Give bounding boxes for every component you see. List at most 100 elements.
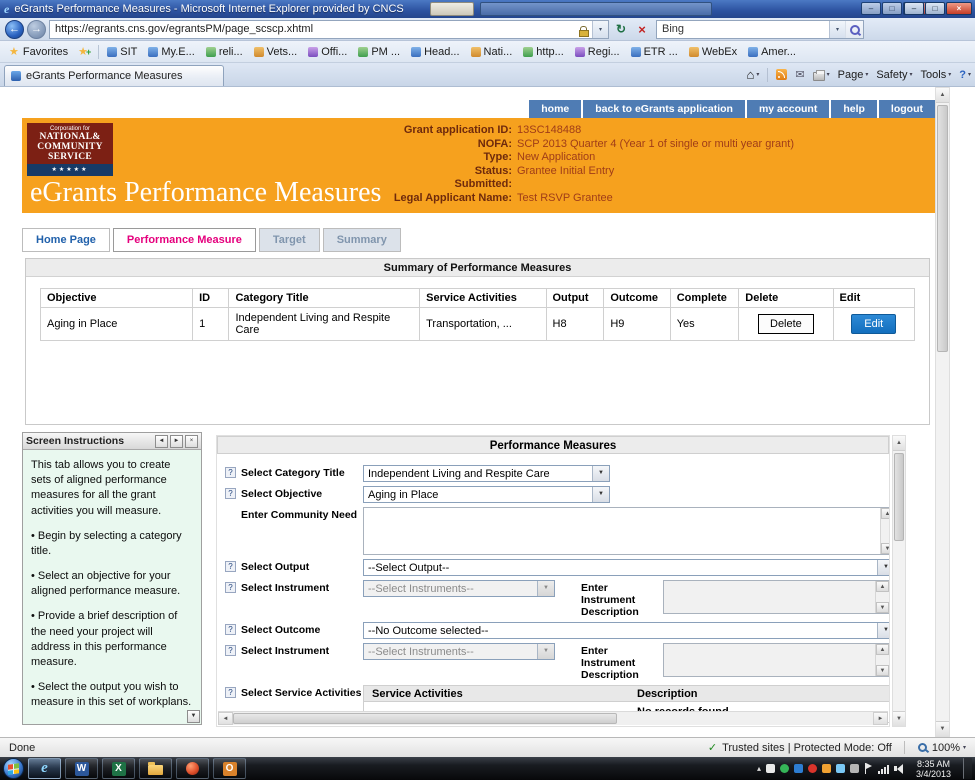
taskbar-explorer-button[interactable] [139, 758, 172, 779]
favorite-link[interactable]: reli... [203, 44, 246, 60]
background-window[interactable] [480, 2, 712, 16]
browser-tab[interactable]: eGrants Performance Measures [4, 65, 224, 86]
forward-button[interactable]: → [27, 20, 46, 39]
form-horizontal-scrollbar[interactable]: ◄ ► [218, 711, 888, 725]
nav-help[interactable]: help [831, 100, 877, 118]
scroll-up-button[interactable]: ▲ [893, 436, 905, 451]
maximize-button[interactable]: □ [882, 2, 902, 15]
page-menu[interactable]: Page▾ [838, 69, 869, 81]
url-input[interactable]: https://egrants.cns.gov/egrantsPM/page_s… [49, 20, 609, 39]
favorite-link[interactable]: http... [520, 44, 567, 60]
edit-button[interactable]: Edit [851, 314, 896, 334]
textarea-scrollbar[interactable]: ▲ ▼ [875, 644, 889, 676]
favorite-link[interactable]: WebEx [686, 44, 740, 60]
scrollbar-thumb[interactable] [894, 453, 904, 541]
refresh-button[interactable]: ↻ [612, 20, 630, 39]
taskbar-media-button[interactable] [176, 758, 209, 779]
nav-my-account[interactable]: my account [747, 100, 829, 118]
tray-icon[interactable] [808, 764, 817, 773]
tray-icon[interactable] [766, 764, 775, 773]
minimize-button[interactable]: – [861, 2, 881, 15]
search-dropdown-button[interactable]: ▾ [829, 21, 845, 38]
community-need-textarea[interactable]: ▲ ▼ [363, 507, 890, 555]
taskbar-word-button[interactable]: W [65, 758, 98, 779]
tab-performance-measure[interactable]: Performance Measure [113, 228, 256, 252]
favorite-link[interactable]: Offi... [305, 44, 350, 60]
scrollbar-track[interactable] [936, 103, 949, 721]
clock[interactable]: 8:35 AM 3/4/2013 [910, 759, 957, 779]
scroll-up-button[interactable]: ▲ [936, 88, 949, 103]
instructions-prev-button[interactable]: ◄ [155, 435, 168, 448]
url-dropdown-button[interactable]: ▾ [592, 21, 608, 38]
back-button[interactable]: ← [5, 20, 24, 39]
zoom-control[interactable]: 100% ▾ [917, 742, 966, 754]
tab-summary[interactable]: Summary [323, 228, 401, 252]
nav-logout[interactable]: logout [879, 100, 935, 118]
nav-back-to-egrants-application[interactable]: back to eGrants application [583, 100, 745, 118]
tray-icon[interactable] [794, 764, 803, 773]
search-input[interactable]: Bing ▾ [656, 20, 864, 39]
help-menu[interactable]: ?▾ [959, 69, 971, 81]
tray-icon[interactable] [822, 764, 831, 773]
favorite-link[interactable]: ETR ... [628, 44, 681, 60]
scroll-down-button[interactable]: ▼ [936, 721, 949, 736]
feeds-button[interactable] [776, 69, 787, 80]
scroll-left-button[interactable]: ◄ [218, 712, 233, 725]
objective-select[interactable]: Aging in Place ▼ [363, 486, 610, 503]
tab-target[interactable]: Target [259, 228, 320, 252]
scroll-up-button[interactable]: ▲ [881, 508, 890, 519]
favorite-link[interactable]: Nati... [468, 44, 516, 60]
taskbar-outlook-button[interactable]: O [213, 758, 246, 779]
outcome-select[interactable]: --No Outcome selected-- ▼ [363, 622, 890, 639]
tools-menu[interactable]: Tools▾ [921, 69, 952, 81]
scrollbar-track[interactable] [893, 451, 905, 711]
output-select[interactable]: --Select Output-- ▼ [363, 559, 890, 576]
instructions-scroll-down-button[interactable]: ▼ [187, 710, 200, 723]
scroll-right-button[interactable]: ► [873, 712, 888, 725]
help-icon[interactable]: ? [225, 467, 236, 478]
scroll-down-button[interactable]: ▼ [881, 543, 890, 554]
maximize-button[interactable]: □ [925, 2, 945, 15]
action-center-icon[interactable] [864, 763, 873, 774]
show-hidden-icons-button[interactable]: ▴ [757, 764, 761, 773]
show-desktop-button[interactable] [963, 758, 972, 779]
instrument-select[interactable]: --Select Instruments-- ▼ [363, 580, 555, 597]
security-status[interactable]: Trusted sites | Protected Mode: Off [722, 742, 892, 754]
scroll-up-button[interactable]: ▲ [876, 644, 889, 655]
favorite-link[interactable]: Regi... [572, 44, 623, 60]
add-favorite-button[interactable]: ★ + [76, 43, 93, 60]
instructions-close-button[interactable]: × [185, 435, 198, 448]
minimize-button[interactable]: – [904, 2, 924, 15]
favorite-link[interactable]: Amer... [745, 44, 799, 60]
scrollbar-track[interactable] [233, 712, 873, 725]
help-icon[interactable]: ? [225, 687, 236, 698]
help-icon[interactable]: ? [225, 488, 236, 499]
stop-button[interactable]: × [633, 20, 651, 39]
print-button[interactable]: ▾ [813, 69, 830, 81]
instrument-description-textarea[interactable]: ▲ ▼ [663, 643, 890, 677]
form-vertical-scrollbar[interactable]: ▲ ▼ [892, 435, 906, 727]
taskbar-excel-button[interactable]: X [102, 758, 135, 779]
tray-icon[interactable] [850, 764, 859, 773]
read-mail-button[interactable]: ✉ [795, 68, 804, 81]
volume-icon[interactable] [894, 764, 903, 774]
close-button[interactable]: × [946, 2, 972, 15]
network-icon[interactable] [878, 764, 889, 774]
help-icon[interactable]: ? [225, 645, 236, 656]
delete-button[interactable]: Delete [758, 314, 814, 334]
tray-icon[interactable] [836, 764, 845, 773]
start-button[interactable] [3, 758, 24, 779]
favorite-link[interactable]: Head... [408, 44, 462, 60]
home-button[interactable]: ⌂▾ [747, 67, 760, 82]
favorites-button[interactable]: ★ Favorites [6, 43, 71, 60]
category-title-select[interactable]: Independent Living and Respite Care ▼ [363, 465, 610, 482]
tray-icon[interactable] [780, 764, 789, 773]
scroll-down-button[interactable]: ▼ [893, 711, 905, 726]
instrument-select[interactable]: --Select Instruments-- ▼ [363, 643, 555, 660]
favorite-link[interactable]: My.E... [145, 44, 197, 60]
textarea-scrollbar[interactable]: ▲ ▼ [875, 581, 889, 613]
page-vertical-scrollbar[interactable]: ▲ ▼ [935, 87, 950, 737]
scrollbar-thumb[interactable] [233, 713, 617, 724]
scroll-down-button[interactable]: ▼ [876, 665, 889, 676]
instrument-description-textarea[interactable]: ▲ ▼ [663, 580, 890, 614]
